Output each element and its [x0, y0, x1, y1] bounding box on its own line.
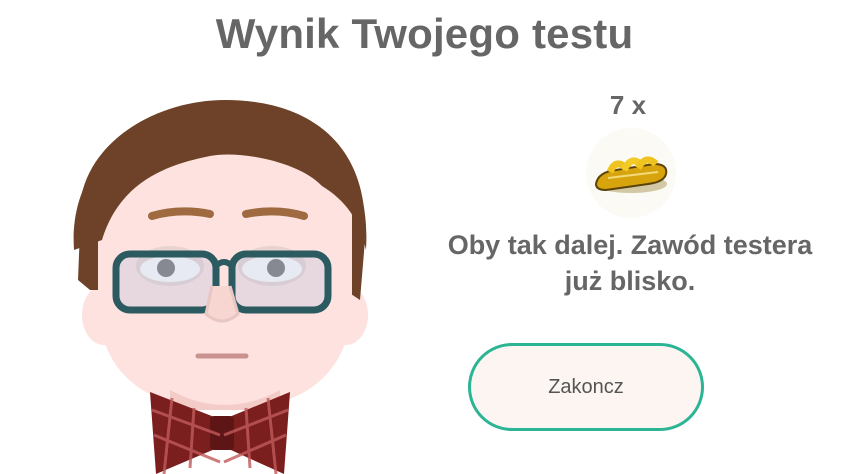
reward-count: 7 x: [609, 90, 647, 120]
finish-button-label: Zakoncz: [548, 375, 624, 398]
result-message: Oby tak dalej. Zawód testera już blisko.: [447, 230, 813, 296]
test-result-screen: Wynik Twojego testu 7 x Oby tak dalej. Z…: [0, 0, 849, 474]
finish-button[interactable]: Zakoncz: [468, 343, 704, 431]
sandal-icon: [594, 156, 668, 193]
tester-avatar: [73, 100, 368, 474]
page-title: Wynik Twojego testu: [215, 10, 634, 57]
reward-badge: [586, 128, 676, 218]
